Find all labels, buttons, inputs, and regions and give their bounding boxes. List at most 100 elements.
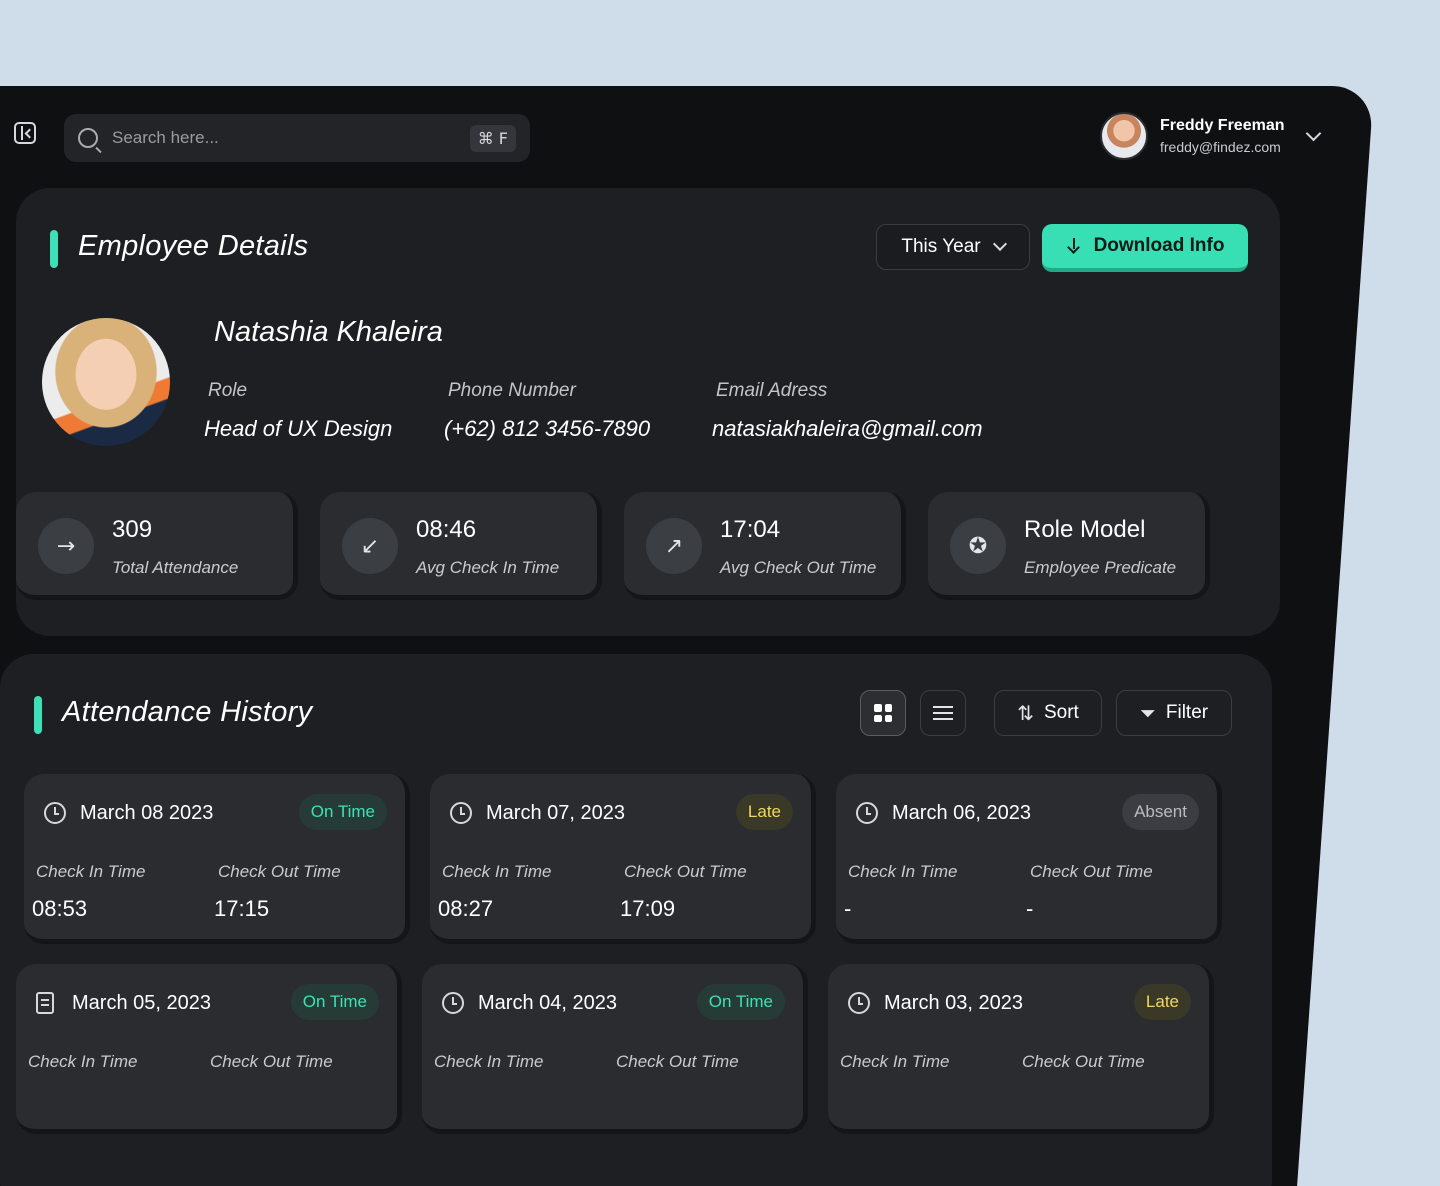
check-out-label: Check Out Time — [209, 1052, 333, 1071]
download-icon — [1066, 238, 1082, 254]
check-in-value: 08:27 — [438, 896, 494, 921]
app-window: ⌘ F Freddy Freeman freddy@findez.com Emp… — [0, 86, 1374, 1186]
sort-icon: ⇅ — [1017, 701, 1034, 725]
employee-name: Natashia Khaleira — [214, 316, 443, 348]
check-out-value: - — [1026, 896, 1034, 921]
stat-label: Avg Check In Time — [416, 558, 560, 577]
clock-icon — [442, 992, 464, 1014]
title-accent — [49, 230, 58, 268]
status-badge: Absent — [1122, 794, 1199, 830]
employee-photo — [42, 318, 170, 446]
stat-label: Total Attendance — [111, 558, 239, 577]
filter-label: Filter — [1165, 702, 1209, 723]
check-out-label: Check Out Time — [616, 1052, 739, 1071]
check-in-label: Check In Time — [28, 1052, 138, 1071]
section-title-attendance-history: Attendance History — [61, 696, 313, 728]
clock-icon — [856, 802, 878, 824]
avatar[interactable] — [1100, 112, 1148, 160]
period-dropdown[interactable]: This Year — [876, 224, 1030, 270]
clock-icon — [848, 992, 870, 1014]
stat-avg-check-out: ↗ 17:04 Avg Check Out Time — [624, 492, 906, 600]
list-icon — [933, 706, 953, 720]
attendance-history-panel: Attendance History ⇅ Sort ⏷ Filter March… — [0, 654, 1272, 1186]
period-label: This Year — [901, 236, 981, 257]
email-label: Email Adress — [716, 380, 828, 401]
user-name: Freddy Freeman — [1160, 117, 1285, 134]
card-date: March 07, 2023 — [485, 802, 625, 824]
sort-label: Sort — [1043, 702, 1079, 723]
clock-icon — [44, 802, 66, 824]
sidebar-toggle-icon[interactable] — [13, 122, 36, 144]
filter-button[interactable]: ⏷ Filter — [1116, 690, 1232, 736]
chevron-down-icon[interactable] — [1306, 125, 1322, 141]
phone-label: Phone Number — [448, 380, 576, 401]
title-accent — [34, 696, 43, 734]
check-in-label: Check In Time — [848, 862, 958, 881]
card-date: March 06, 2023 — [892, 802, 1031, 824]
calendar-icon — [35, 992, 55, 1014]
email-value: natasiakhaleira@gmail.com — [712, 416, 983, 441]
stat-value: 17:04 — [720, 516, 781, 543]
check-out-value: 17:09 — [620, 896, 676, 921]
status-badge: On Time — [290, 984, 379, 1020]
check-out-label: Check Out Time — [624, 862, 747, 881]
attendance-card[interactable]: March 07, 2023 Late Check In Time Check … — [429, 774, 816, 944]
card-date: March 08 2023 — [80, 802, 214, 824]
phone-value: (+62) 812 3456-7890 — [444, 416, 651, 441]
login-arrow-icon: → — [38, 518, 95, 574]
attendance-card[interactable]: March 06, 2023 Absent Check In Time Chec… — [836, 774, 1222, 944]
clock-icon — [449, 802, 473, 824]
list-view-button[interactable] — [920, 690, 967, 736]
filter-icon: ⏷ — [1139, 701, 1156, 725]
chevron-down-icon — [992, 236, 1007, 252]
stat-label: Employee Predicate — [1024, 558, 1177, 577]
check-in-icon: ↙ — [342, 518, 398, 574]
search-shortcut: ⌘ F — [469, 124, 516, 152]
employee-details-panel: Employee Details This Year Download Info… — [15, 188, 1280, 636]
card-date: March 04, 2023 — [478, 992, 617, 1014]
role-label: Role — [207, 380, 248, 401]
stat-value: Role Model — [1023, 516, 1146, 543]
status-badge: On Time — [696, 984, 785, 1020]
grid-icon — [874, 704, 892, 722]
check-in-label: Check In Time — [840, 1052, 950, 1071]
stat-value: 309 — [112, 516, 153, 543]
check-in-label: Check In Time — [434, 1052, 544, 1071]
app-screen: ⌘ F Freddy Freeman freddy@findez.com Emp… — [0, 86, 1374, 1186]
award-icon: ✪ — [950, 518, 1006, 574]
check-out-icon: ↗ — [646, 518, 702, 574]
check-out-label: Check Out Time — [218, 862, 341, 881]
search-input[interactable] — [111, 128, 470, 148]
user-menu[interactable]: Freddy Freeman freddy@findez.com — [1100, 112, 1322, 160]
stat-label: Avg Check Out Time — [720, 558, 877, 577]
role-value: Head of UX Design — [203, 416, 393, 441]
section-title-employee-details: Employee Details — [77, 230, 309, 262]
grid-view-button[interactable] — [860, 690, 906, 736]
user-email: freddy@findez.com — [1160, 139, 1281, 155]
check-out-value: 17:15 — [214, 896, 270, 921]
check-out-label: Check Out Time — [1022, 1052, 1145, 1071]
stat-avg-check-in: ↙ 08:46 Avg Check In Time — [320, 492, 602, 600]
download-info-button[interactable]: Download Info — [1042, 224, 1248, 272]
card-date: March 05, 2023 — [71, 992, 211, 1014]
check-in-value: - — [844, 896, 852, 921]
search-icon — [78, 128, 98, 148]
attendance-card[interactable]: March 03, 2023 Late Check In Time Check … — [828, 964, 1214, 1134]
search-bar[interactable]: ⌘ F — [64, 114, 530, 162]
sort-button[interactable]: ⇅ Sort — [993, 690, 1102, 736]
status-badge: Late — [735, 794, 793, 830]
attendance-card[interactable]: March 04, 2023 On Time Check In Time Che… — [422, 964, 808, 1134]
stat-total-attendance: → 309 Total Attendance — [16, 492, 299, 600]
download-label: Download Info — [1093, 235, 1225, 256]
check-out-label: Check Out Time — [1030, 862, 1153, 881]
check-in-label: Check In Time — [441, 862, 552, 881]
attendance-card[interactable]: March 05, 2023 On Time Check In Time Che… — [15, 964, 403, 1134]
stat-value: 08:46 — [416, 516, 477, 543]
stat-employee-predicate: ✪ Role Model Employee Predicate — [928, 492, 1210, 600]
card-date: March 03, 2023 — [884, 992, 1023, 1014]
check-in-value: 08:53 — [31, 896, 88, 921]
status-badge: On Time — [298, 794, 387, 830]
status-badge: Late — [1133, 984, 1191, 1020]
check-in-label: Check In Time — [35, 862, 146, 881]
attendance-card[interactable]: March 08 2023 On Time Check In Time Chec… — [24, 774, 411, 944]
